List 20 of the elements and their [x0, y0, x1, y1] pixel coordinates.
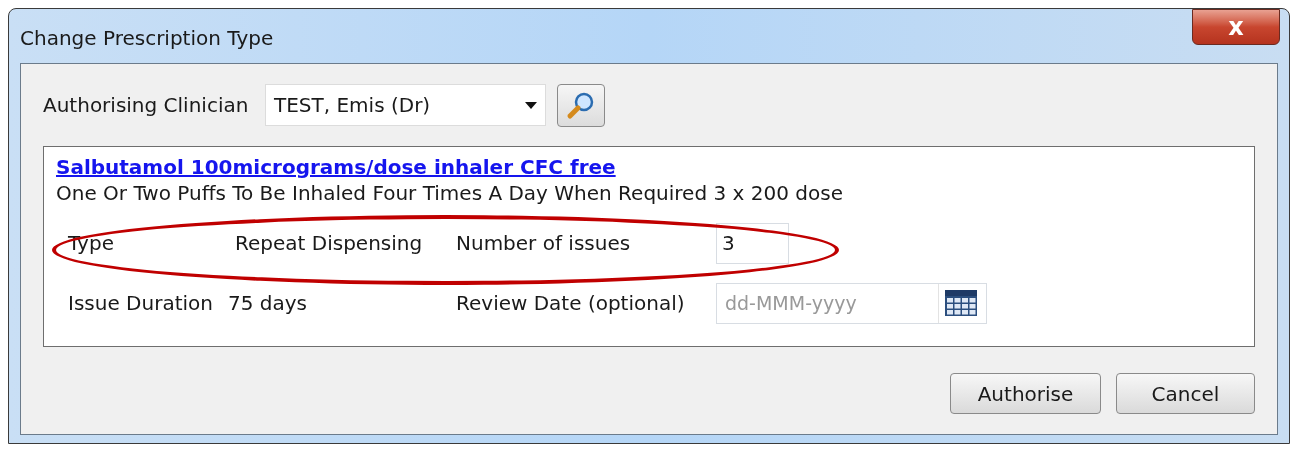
dialog-button[interactable]: Cancel	[1116, 373, 1255, 414]
instructions-text: One Or Two Puffs To Be Inhaled Four Times A Day When Required 3 x 200 dose	[56, 180, 844, 206]
type-value: Repeat Dispensing	[235, 230, 424, 257]
close-button[interactable]: x	[1192, 9, 1280, 45]
review-date-field[interactable]: dd-MMM-yyyy	[716, 282, 987, 324]
duration-label: Issue Duration	[67, 290, 214, 317]
clinician-dropdown[interactable]: TEST, Emis (Dr)	[265, 84, 546, 126]
issues-field[interactable]: 3	[716, 222, 789, 264]
dialog-button[interactable]: Authorise	[950, 373, 1101, 414]
search-button[interactable]	[557, 83, 605, 127]
issues-label: Number of issues	[456, 230, 632, 257]
duration-value: 75 days	[228, 290, 308, 317]
type-label: Type	[67, 230, 115, 257]
window-title: Change Prescription Type	[20, 25, 274, 52]
review-date-label: Review Date (optional)	[456, 290, 686, 317]
search-icon	[566, 90, 596, 120]
clinician-label: Authorising Clinician	[43, 92, 250, 119]
drug-link[interactable]: Salbutamol 100micrograms/dose inhaler CFC free	[56, 154, 1242, 180]
calendar-icon[interactable]	[945, 290, 977, 316]
caret-icon	[525, 101, 537, 109]
